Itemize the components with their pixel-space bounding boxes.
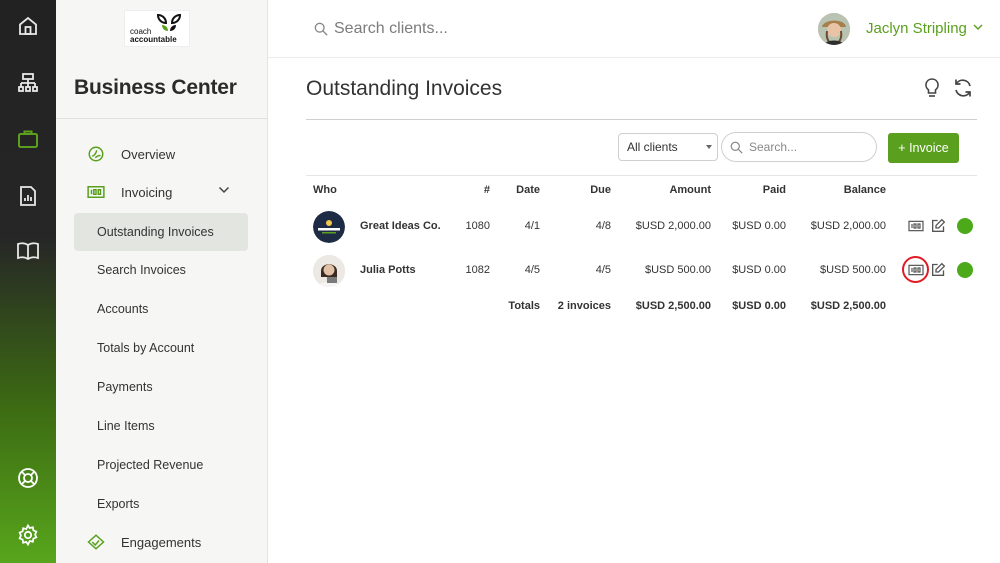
invoice-due: 4/5	[595, 264, 611, 276]
sidebar-subitem-line-items[interactable]: Line Items	[74, 407, 248, 445]
client-avatar	[313, 255, 345, 287]
client-filter-select[interactable]: All clients	[618, 133, 718, 161]
icon-rail	[0, 0, 56, 563]
chevron-down-icon[interactable]	[218, 186, 230, 194]
sidebar-subitem-label: Totals by Account	[97, 341, 195, 355]
julia-potts-photo	[313, 255, 345, 287]
sidebar-item-invoicing[interactable]: Invoicing	[86, 182, 172, 202]
great-ideas-logo	[313, 211, 345, 243]
sidebar-item-label: Overview	[121, 146, 176, 162]
column-header-balance: Balance	[843, 184, 886, 196]
highlight-annotation	[902, 256, 929, 283]
settings-icon[interactable]	[10, 517, 46, 553]
sidebar-subitem-label: Exports	[97, 497, 140, 511]
sidebar-subitem-label: Line Items	[97, 419, 155, 433]
column-header-due: Due	[590, 184, 611, 196]
client-avatar	[313, 211, 345, 243]
client-filter-value: All clients	[627, 140, 678, 154]
report-icon[interactable]	[10, 178, 46, 214]
user-menu-chevron-icon[interactable]	[973, 24, 983, 31]
invoice-icon	[86, 182, 106, 202]
sidebar-title: Business Center	[74, 76, 237, 99]
sidebar-subitem-label: Outstanding Invoices	[97, 225, 214, 239]
invoice-date: 4/1	[524, 220, 540, 232]
edit-icon[interactable]	[930, 261, 947, 278]
invoice-amount: $USD 2,000.00	[635, 220, 711, 232]
sidebar-subitem-payments[interactable]: Payments	[74, 368, 248, 406]
sidebar-subitem-label: Search Invoices	[97, 263, 186, 277]
refresh-icon[interactable]	[951, 76, 975, 100]
lightbulb-icon[interactable]	[920, 76, 944, 100]
sidebar-subitem-accounts[interactable]: Accounts	[74, 290, 248, 328]
sidebar-item-label: Engagements	[121, 534, 202, 550]
column-header-date: Date	[516, 184, 540, 196]
home-icon[interactable]	[10, 8, 46, 44]
select-caret-icon	[706, 145, 712, 149]
search-icon	[730, 141, 743, 154]
org-chart-icon[interactable]	[10, 65, 46, 101]
column-header-amount: Amount	[669, 184, 711, 196]
totals-label: Totals	[508, 300, 540, 312]
invoice-balance: $USD 500.00	[819, 264, 886, 276]
sidebar: coach accountable Business Center Overvi…	[56, 0, 268, 563]
record-payment-icon[interactable]	[906, 218, 926, 234]
user-avatar[interactable]	[818, 13, 850, 45]
book-icon[interactable]	[10, 233, 46, 269]
invoice-due: 4/8	[595, 220, 611, 232]
sidebar-item-overview[interactable]: Overview	[86, 144, 175, 164]
sidebar-subitem-label: Projected Revenue	[97, 458, 204, 472]
app-root: coach accountable Business Center Overvi…	[0, 0, 1000, 563]
invoice-amount: $USD 500.00	[644, 264, 711, 276]
edit-icon[interactable]	[930, 217, 947, 234]
sidebar-subitem-exports[interactable]: Exports	[74, 485, 248, 523]
sidebar-subitem-outstanding-invoices[interactable]: Outstanding Invoices	[74, 213, 248, 251]
sidebar-subitem-label: Accounts	[97, 302, 149, 316]
client-search[interactable]: Search clients...	[314, 20, 448, 38]
sidebar-item-label: Invoicing	[121, 184, 173, 200]
add-invoice-button[interactable]: + Invoice	[888, 133, 959, 163]
search-icon	[314, 22, 328, 36]
sidebar-item-engagements[interactable]: Engagements	[86, 532, 201, 552]
invoice-search-input[interactable]: Search...	[749, 140, 797, 154]
column-header-paid: Paid	[762, 184, 786, 196]
sidebar-subitem-totals-by-account[interactable]: Totals by Account	[74, 329, 248, 367]
title-divider	[306, 119, 977, 120]
status-dot[interactable]	[957, 218, 973, 234]
overview-icon	[86, 144, 106, 164]
totals-balance: $USD 2,500.00	[810, 300, 886, 312]
invoice-date: 4/5	[524, 264, 540, 276]
client-name[interactable]: Great Ideas Co.	[360, 220, 441, 232]
handshake-icon	[86, 532, 106, 552]
invoice-paid: $USD 0.00	[732, 220, 786, 232]
invoice-number[interactable]: 1082	[450, 264, 490, 276]
invoice-number[interactable]: 1080	[450, 220, 490, 232]
client-name[interactable]: Julia Potts	[360, 264, 416, 276]
sidebar-subitem-projected-revenue[interactable]: Projected Revenue	[74, 446, 248, 484]
page-title: Outstanding Invoices	[306, 77, 503, 100]
top-bar: Search clients... Jaclyn Stripling	[268, 0, 1000, 58]
user-photo	[818, 13, 850, 45]
invoice-search[interactable]: Search...	[721, 132, 877, 162]
sidebar-divider	[56, 118, 268, 119]
help-icon[interactable]	[10, 460, 46, 496]
status-dot[interactable]	[957, 262, 973, 278]
sidebar-subitem-search-invoices[interactable]: Search Invoices	[74, 251, 248, 289]
table-divider	[306, 175, 977, 176]
user-name[interactable]: Jaclyn Stripling	[866, 20, 967, 37]
totals-amount: $USD 2,500.00	[635, 300, 711, 312]
invoice-paid: $USD 0.00	[732, 264, 786, 276]
client-search-input[interactable]: Search clients...	[334, 20, 448, 38]
totals-count: 2 invoices	[557, 300, 611, 312]
briefcase-icon[interactable]	[10, 121, 46, 157]
logo[interactable]: coach accountable	[124, 10, 190, 47]
column-header-number: #	[483, 184, 490, 196]
invoice-balance: $USD 2,000.00	[810, 220, 886, 232]
column-header-who: Who	[313, 184, 337, 196]
totals-paid: $USD 0.00	[732, 300, 786, 312]
logo-text: coach accountable	[130, 27, 177, 44]
sidebar-subitem-label: Payments	[97, 380, 153, 394]
